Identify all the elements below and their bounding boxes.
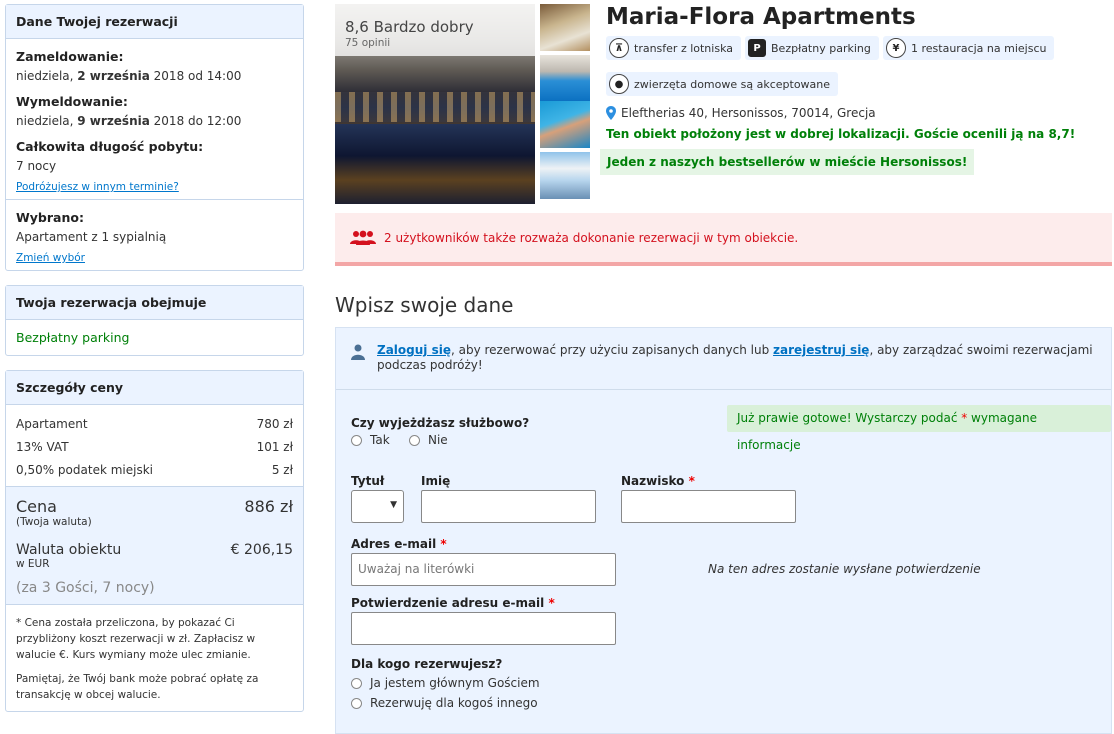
business-trip-no[interactable]: Nie	[409, 433, 448, 447]
login-prompt: Zaloguj się, aby rezerwować przy użyciu …	[351, 343, 1096, 373]
facility-restaurant: ¥ 1 restauracja na miejscu	[883, 36, 1055, 60]
rating-badge: 8,6 Bardzo dobry 75 opinii	[335, 4, 535, 56]
first-name-input[interactable]	[421, 490, 596, 523]
booking-for-label: Dla kogo rezerwujesz?	[351, 657, 503, 671]
hotel-thumbnail[interactable]	[540, 101, 590, 148]
chevron-down-icon: ▼	[390, 500, 397, 510]
last-name-input[interactable]	[621, 490, 796, 523]
facility-airport-shuttle: ⊼ transfer z lotniska	[606, 36, 741, 60]
hotel-thumbnail[interactable]	[540, 4, 590, 51]
includes-box: Twoja rezerwacja obejmuje Bezpłatny park…	[5, 285, 304, 356]
map-pin-icon	[606, 106, 616, 120]
price-row: 0,50% podatek miejski 5 zł	[16, 463, 293, 477]
total-value: 886 zł	[244, 497, 293, 516]
stay-length-label: Całkowita długość pobytu:	[16, 139, 204, 154]
radio-button[interactable]	[351, 677, 362, 689]
selected-label: Wybrano:	[16, 210, 84, 225]
email-confirm-field[interactable]	[351, 612, 616, 645]
users-icon	[350, 230, 376, 245]
review-count: 75 opinii	[345, 37, 391, 49]
total-label: Cena	[16, 497, 57, 516]
demand-alert: 2 użytkowników także rozważa dokonanie r…	[335, 213, 1112, 266]
facility-pets: ● zwierzęta domowe są akceptowane	[606, 72, 839, 96]
radio-button[interactable]	[409, 434, 420, 446]
email-label: Adres e-mail *	[351, 537, 447, 551]
conversion-note: * Cena została przeliczona, by pokazać C…	[16, 617, 256, 661]
selection-section: Wybrano: Apartament z 1 sypialnią Zmień …	[6, 199, 303, 270]
total-sub: (Twoja waluta)	[16, 516, 92, 528]
demand-alert-text: 2 użytkowników także rozważa dokonanie r…	[384, 230, 799, 245]
guest-details-form: Zaloguj się, aby rezerwować przy użyciu …	[335, 327, 1112, 734]
facility-parking: P Bezpłatny parking	[745, 36, 879, 60]
price-notes: * Cena została przeliczona, by pokazać C…	[6, 604, 303, 711]
price-row: 13% VAT 101 zł	[16, 440, 293, 454]
reservation-details-header: Dane Twojej rezerwacji	[6, 5, 303, 39]
price-rows: Apartament 780 zł 13% VAT 101 zł 0,50% pod…	[6, 405, 303, 486]
local-currency-label: Waluta obiektu	[16, 542, 122, 558]
email-field[interactable]: Uważaj na literówki	[351, 553, 616, 586]
reservation-details-box: Dane Twojej rezerwacji Zameldowanie: nie…	[5, 4, 304, 271]
parking-icon: P	[748, 39, 766, 57]
change-selection-link[interactable]: Zmień wybór	[16, 252, 85, 264]
booking-for-me[interactable]: Ja jestem głównym Gościem	[351, 676, 540, 690]
local-currency-value: € 206,15	[230, 542, 293, 558]
checkout-value: niedziela, 9 września 2018 do 12:00	[16, 114, 242, 128]
checkout-label: Wymeldowanie:	[16, 94, 128, 109]
title-label: Tytuł	[351, 474, 385, 488]
price-details-header: Szczegóły ceny	[6, 371, 303, 405]
selected-value: Apartament z 1 sypialnią	[16, 230, 167, 244]
business-trip-label: Czy wyjeżdżasz służbowo?	[351, 416, 530, 430]
register-link[interactable]: zarejestruj się	[773, 343, 869, 357]
business-trip-yes[interactable]: Tak	[351, 433, 390, 447]
price-total: Cena 886 zł (Twoja waluta) Waluta obiekt…	[6, 486, 303, 604]
location-score-note: Ten obiekt położony jest w dobrej lokali…	[606, 127, 1076, 141]
hotel-address: Eleftherias 40, Hersonissos, 70014, Grec…	[606, 106, 876, 120]
shuttle-icon: ⊼	[609, 38, 629, 58]
other-dates-link[interactable]: Podróżujesz w innym terminie?	[16, 181, 179, 193]
radio-button[interactable]	[351, 434, 362, 446]
email-hint: Na ten adres zostanie wysłane potwierdze…	[708, 562, 981, 576]
email-confirm-label: Potwierdzenie adresu e-mail *	[351, 596, 555, 610]
hotel-thumbnail[interactable]	[540, 55, 590, 102]
radio-button[interactable]	[351, 697, 362, 709]
user-icon	[351, 344, 365, 360]
form-title: Wpisz swoje dane	[335, 293, 514, 317]
includes-item: Bezpłatny parking	[16, 330, 130, 345]
local-currency-sub: w EUR	[16, 558, 50, 570]
first-name-label: Imię	[421, 474, 451, 488]
includes-header: Twoja rezerwacja obejmuje	[6, 286, 303, 320]
paw-icon: ●	[609, 74, 629, 94]
guests-nights: (za 3 Gości, 7 nocy)	[16, 580, 155, 596]
login-link[interactable]: Zaloguj się	[377, 343, 451, 357]
bestseller-badge: Jeden z naszych bestsellerów w mieście H…	[600, 149, 975, 175]
rating-score: 8,6 Bardzo dobry	[345, 18, 474, 36]
booking-for-other[interactable]: Rezerwuję dla kogoś innego	[351, 696, 538, 710]
last-name-label: Nazwisko *	[621, 474, 695, 488]
title-select[interactable]: ▼	[351, 490, 404, 523]
price-row: Apartament 780 zł	[16, 417, 293, 431]
stay-length-value: 7 nocy	[16, 159, 57, 173]
cutlery-icon: ¥	[886, 38, 906, 58]
hotel-thumbnail[interactable]	[540, 152, 590, 199]
required-info-banner: Już prawie gotowe! Wystarczy podać * wym…	[727, 405, 1111, 452]
price-details-box: Szczegóły ceny Apartament 780 zł 13% VAT 1…	[5, 370, 304, 712]
reservation-sidebar: Dane Twojej rezerwacji Zameldowanie: nie…	[5, 4, 304, 726]
hotel-main-photo[interactable]: 8,6 Bardzo dobry 75 opinii	[335, 4, 535, 204]
checkin-label: Zameldowanie:	[16, 49, 124, 64]
dates-section: Zameldowanie: niedziela, 2 września 2018…	[6, 39, 303, 199]
bank-fee-note: Pamiętaj, że Twój bank może pobrać opłat…	[16, 673, 259, 701]
hotel-name: Maria-Flora Apartments	[606, 4, 916, 30]
checkin-value: niedziela, 2 września 2018 od 14:00	[16, 69, 242, 83]
